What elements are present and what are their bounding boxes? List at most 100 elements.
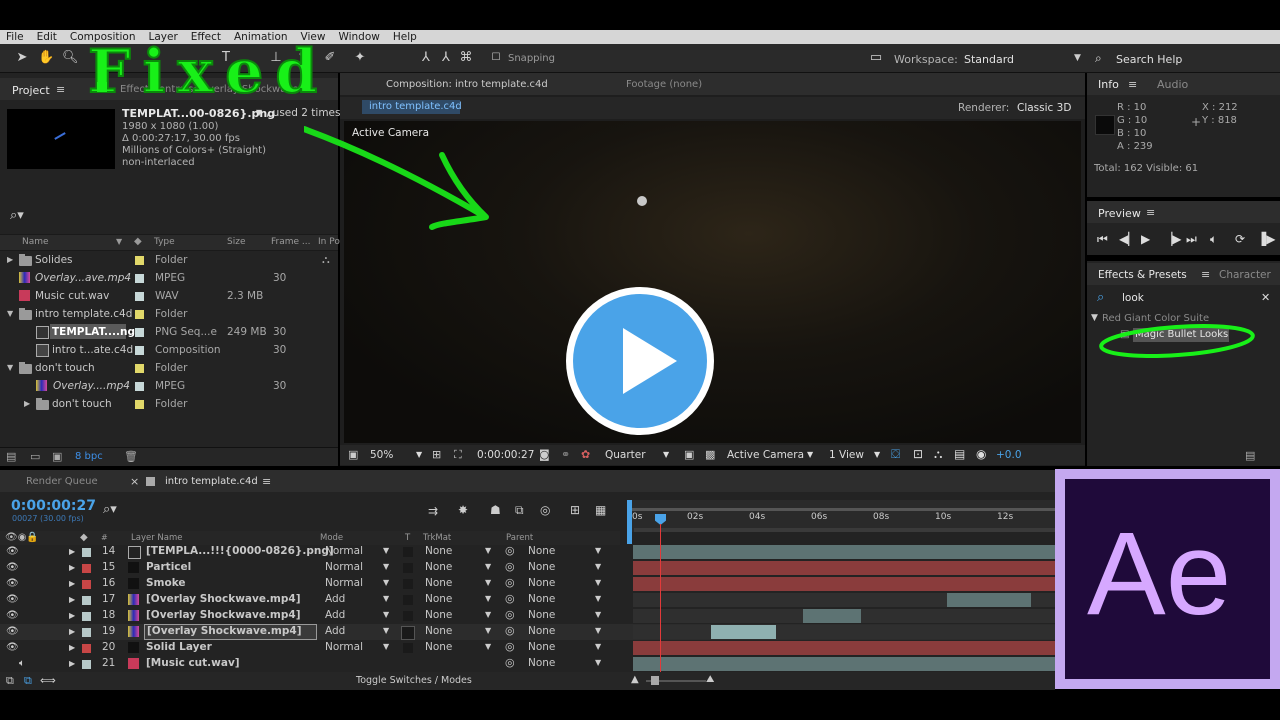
motion-blur-icon[interactable]: ◎ [540,503,550,517]
pickwhip-icon[interactable]: ◎ [505,592,515,605]
eye-icon[interactable]: 👁︎ [6,594,19,605]
toggle-switches-modes-button[interactable]: Toggle Switches / Modes [356,675,472,686]
fit-icon[interactable]: ⊞ [432,448,441,461]
effects-search-input[interactable]: look [1122,292,1144,304]
preserve-transparency-toggle[interactable] [403,563,413,573]
eye-icon[interactable]: 👁︎ [6,642,19,653]
speaker-icon[interactable]: 🔈︎ [19,658,25,669]
preserve-transparency-toggle[interactable] [403,595,413,605]
parent-dropdown-icon[interactable]: ▼ [595,578,601,587]
parent-dropdown-icon[interactable]: ▼ [595,626,601,635]
pickwhip-icon[interactable]: ◎ [505,656,515,669]
layer-label-swatch[interactable] [82,644,91,653]
search-help-field[interactable]: Search Help [1116,53,1182,66]
sort-icon[interactable]: ▼ [116,237,122,246]
expand-layer-icon[interactable]: ▶ [69,643,75,652]
trkmat-dropdown-icon[interactable]: ▼ [485,626,491,635]
layer-label-swatch[interactable] [82,564,91,573]
time-ruler[interactable]: 0s 02s 04s 06s 08s 10s 12s [628,500,1055,532]
pickwhip-icon[interactable]: ◎ [505,608,515,621]
resolution-dropdown-icon[interactable]: ▼ [663,450,669,459]
menu-edit[interactable]: Edit [31,30,64,44]
list-item[interactable]: Overlay....mp4 MPEG 30 [0,377,320,395]
layer-mode[interactable]: Normal [325,545,363,557]
graph-editor-icon[interactable]: ⊞ [570,503,580,517]
trash-icon[interactable]: 🗑︎ [124,450,138,463]
resolution-select[interactable]: Quarter [605,449,646,461]
layer-label-swatch[interactable] [82,660,91,669]
column-layer-name[interactable]: Layer Name [131,533,182,543]
tab-footage[interactable]: Footage (none) [626,79,702,90]
layer-trkmat[interactable]: None [425,545,452,557]
axis-world-icon[interactable]: ⅄ [438,50,454,66]
workspace-select[interactable]: Standard [964,53,1014,66]
preserve-transparency-toggle[interactable] [403,643,413,653]
list-item[interactable]: TEMPLAT....ng PNG Seq...e 249 MB 30 [0,323,320,341]
eye-icon[interactable]: 👁︎ [6,546,19,557]
zoom-dropdown-icon[interactable]: ▼ [416,450,422,459]
timeline-current-time[interactable]: 0:00:00:27 [11,498,96,514]
layer-parent[interactable]: None [528,561,555,573]
column-parent[interactable]: Parent [506,533,533,543]
current-time[interactable]: 0:00:00:27 [477,449,534,461]
layer-trkmat[interactable]: None [425,625,452,637]
work-area-start-icon[interactable] [627,500,632,544]
list-item[interactable]: ▼ intro template.c4d Folder [0,305,320,323]
timeline-search-icon[interactable]: ⌕▾ [103,502,117,517]
layer-trkmat[interactable]: None [425,593,452,605]
label-swatch[interactable] [135,328,144,337]
trkmat-dropdown-icon[interactable]: ▼ [485,546,491,555]
transparency-grid-icon[interactable]: ▩ [705,448,715,461]
previous-frame-icon[interactable]: ◀▏ [1119,232,1137,246]
zoom-in-icon[interactable]: ⛰ [706,674,714,685]
expand-layer-icon[interactable]: ▶ [69,611,75,620]
layer-duration-bar[interactable] [633,577,1055,591]
eye-icon[interactable]: 👁︎ [6,578,19,589]
parent-dropdown-icon[interactable]: ▼ [595,642,601,651]
mode-dropdown-icon[interactable]: ▼ [383,546,389,555]
composition-viewport[interactable]: Active Camera [304,121,1081,443]
draft-3d-icon[interactable]: ⊡ [913,447,923,461]
tab-audio[interactable]: Audio [1157,78,1188,91]
trkmat-dropdown-icon[interactable]: ▼ [485,578,491,587]
expand-layer-icon[interactable]: ▶ [69,595,75,604]
graph-editor-toggle-icon[interactable]: ▦ [595,503,606,517]
parent-dropdown-icon[interactable]: ▼ [595,658,601,667]
menu-file[interactable]: File [0,30,31,44]
table-row[interactable]: 👁︎ ▶ 15 Particel Normal ▼ None ▼ ◎ None … [0,560,1055,576]
layer-switches-icon[interactable]: ⧉ [6,674,14,688]
layer-duration-bar[interactable] [947,593,1031,607]
label-swatch[interactable] [135,256,144,265]
close-tab-icon[interactable]: × [130,475,139,488]
pickwhip-icon[interactable]: ◎ [505,576,515,589]
renderer-value[interactable]: Classic 3D [1017,102,1071,114]
layer-trkmat[interactable]: None [425,609,452,621]
fast-previews-icon[interactable]: ▣ [684,448,694,461]
exposure-value[interactable]: +0.0 [996,449,1022,461]
preserve-transparency-toggle[interactable] [403,611,413,621]
video-play-button[interactable] [566,287,714,435]
column-size[interactable]: Size [227,237,245,247]
expand-layer-icon[interactable]: ▶ [69,627,75,636]
flowchart-view-icon[interactable]: ⛬ [934,447,942,462]
column-name[interactable]: Name [22,237,49,247]
pickwhip-icon[interactable]: ◎ [505,544,515,557]
label-swatch[interactable] [135,292,144,301]
expand-layer-icon[interactable]: ▶ [69,547,75,556]
pickwhip-icon[interactable]: ◎ [505,624,515,637]
layer-label-swatch[interactable] [82,596,91,605]
expand-layer-icon[interactable]: ▶ [69,659,75,668]
layer-duration-bar[interactable] [803,609,861,623]
eye-icon[interactable]: 👁︎ [6,626,19,637]
layer-mode[interactable]: Add [325,625,345,637]
layer-parent[interactable]: None [528,657,555,669]
eye-icon[interactable]: 👁︎ [6,610,19,621]
layer-parent[interactable]: None [528,609,555,621]
tab-timeline-comp[interactable]: intro template.c4d [165,476,258,487]
show-snapshot-icon[interactable]: ⚭ [561,448,570,461]
label-column-icon[interactable]: ◆ [134,236,142,247]
tab-info[interactable]: Info [1098,78,1119,91]
clear-search-icon[interactable]: ✕ [1261,291,1270,304]
snapshot-icon[interactable]: ◙ [539,448,550,461]
snapping-checkbox[interactable]: ☐ [488,50,504,66]
